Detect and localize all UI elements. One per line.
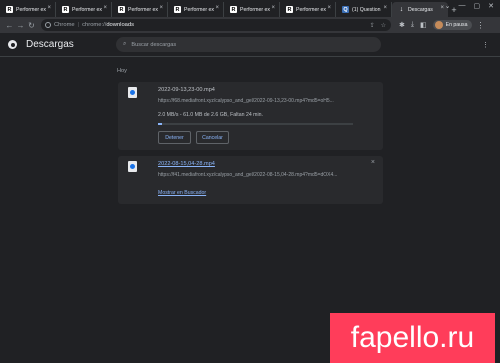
- close-tab-icon[interactable]: ×: [215, 5, 219, 11]
- progress-bar: [158, 123, 353, 125]
- tab-label: Performer ex: [128, 6, 158, 13]
- file-name-link[interactable]: 2022-08-15,04-28.mp4: [158, 161, 215, 167]
- close-window-icon[interactable]: ✕: [488, 2, 494, 10]
- file-url[interactable]: https://f68.mediafront.xyz/calypso_and_g…: [158, 98, 353, 104]
- video-file-icon: [128, 161, 137, 172]
- forward-icon[interactable]: →: [15, 20, 26, 31]
- site-favicon-icon: R: [6, 6, 13, 13]
- tab-6[interactable]: Q (1) Question ×: [336, 2, 392, 17]
- download-icon: ↓: [399, 6, 404, 13]
- chrome-icon: [45, 22, 51, 28]
- tab-7[interactable]: ↓ Descargas ×: [392, 2, 448, 17]
- tab-label: Performer ex: [184, 6, 214, 13]
- maximize-icon[interactable]: ▢: [474, 2, 481, 10]
- close-tab-icon[interactable]: ×: [103, 5, 107, 11]
- browser-toolbar: ← → ↻ Chrome | chrome://downloads ⇪ ☆ ✱ …: [0, 17, 500, 33]
- bookmark-star-icon[interactable]: ☆: [381, 22, 386, 29]
- site-favicon-icon: R: [286, 6, 293, 13]
- tab-label: Performer ex: [16, 6, 46, 13]
- tab-0[interactable]: R Performer ex ×: [0, 2, 56, 17]
- search-placeholder: Buscar descargas: [131, 41, 177, 48]
- page-title: Descargas: [26, 39, 74, 50]
- downloads-list: Hoy 2022-09-13,23-00.mp4 https://f68.med…: [0, 58, 500, 363]
- show-in-finder-link[interactable]: Mostrar en Buscador: [158, 190, 206, 196]
- back-icon[interactable]: ←: [4, 20, 15, 31]
- close-tab-icon[interactable]: ×: [383, 5, 387, 11]
- chevron-down-icon[interactable]: ⌄: [445, 2, 451, 10]
- tab-3[interactable]: R Performer ex ×: [168, 2, 224, 17]
- pause-button[interactable]: Detener: [158, 131, 191, 144]
- tab-5[interactable]: R Performer ex ×: [280, 2, 336, 17]
- download-icon[interactable]: ⤓: [411, 21, 414, 29]
- close-tab-icon[interactable]: ×: [159, 5, 163, 11]
- watermark-banner: fapello.ru: [330, 313, 495, 363]
- close-tab-icon[interactable]: ×: [47, 5, 51, 11]
- profile-status: En pausa: [445, 22, 468, 28]
- video-file-icon: [128, 87, 137, 98]
- site-favicon-icon: R: [62, 6, 69, 13]
- url-path: downloads: [106, 22, 135, 28]
- search-icon: ⌕: [123, 41, 127, 47]
- separator: |: [77, 22, 80, 28]
- download-item: 2022-09-13,23-00.mp4 https://f68.mediafr…: [118, 82, 383, 150]
- tab-4[interactable]: R Performer ex ×: [224, 2, 280, 17]
- cancel-button[interactable]: Cancelar: [196, 131, 229, 144]
- tab-1[interactable]: R Performer ex ×: [56, 2, 112, 17]
- window-controls: ⌄ — ▢ ✕: [445, 2, 500, 10]
- close-tab-icon[interactable]: ×: [271, 5, 275, 11]
- avatar: [434, 21, 443, 29]
- url-scheme: chrome://: [82, 22, 107, 28]
- file-url[interactable]: https://f41.mediafront.xyz/calypso_and_g…: [158, 172, 353, 178]
- close-tab-icon[interactable]: ×: [440, 5, 444, 11]
- side-panel-icon[interactable]: ◧: [420, 21, 427, 29]
- site-favicon-icon: R: [174, 6, 181, 13]
- tab-label: Descargas: [408, 6, 433, 13]
- site-label: Chrome: [54, 22, 75, 28]
- download-status: 2.0 MB/s - 61.0 MB de 2.6 GB, Faltan 24 …: [158, 112, 263, 118]
- download-item: 2022-08-15,04-28.mp4 https://f41.mediafr…: [118, 156, 383, 204]
- search-input[interactable]: ⌕ Buscar descargas: [116, 37, 381, 52]
- chrome-logo-icon: [8, 40, 17, 49]
- reload-icon[interactable]: ↻: [26, 20, 37, 31]
- extensions-icon[interactable]: ✱: [399, 21, 405, 29]
- profile-button[interactable]: En pausa: [432, 20, 472, 30]
- page-header: Descargas ⌕ Buscar descargas ⋮: [0, 33, 500, 57]
- share-icon[interactable]: ⇪: [370, 22, 375, 29]
- progress-fill: [158, 123, 163, 125]
- site-favicon-icon: R: [230, 6, 237, 13]
- tab-strip: R Performer ex × R Performer ex × R Performer e…: [0, 0, 500, 17]
- minimize-icon[interactable]: —: [459, 2, 466, 10]
- browser-menu-icon[interactable]: ⋮: [477, 21, 485, 30]
- more-options-icon[interactable]: ⋮: [482, 41, 489, 49]
- tab-label: Performer ex: [296, 6, 326, 13]
- quora-icon: Q: [342, 6, 349, 13]
- address-bar[interactable]: Chrome | chrome://downloads ⇪ ☆: [41, 19, 391, 31]
- tab-2[interactable]: R Performer ex ×: [112, 2, 168, 17]
- date-heading: Hoy: [117, 68, 127, 74]
- site-favicon-icon: R: [118, 6, 125, 13]
- file-name: 2022-09-13,23-00.mp4: [158, 87, 215, 93]
- tab-label: Performer ex: [240, 6, 270, 13]
- tab-label: (1) Question: [352, 6, 381, 13]
- tab-label: Performer ex: [72, 6, 102, 13]
- close-icon[interactable]: ×: [371, 159, 375, 166]
- close-tab-icon[interactable]: ×: [327, 5, 331, 11]
